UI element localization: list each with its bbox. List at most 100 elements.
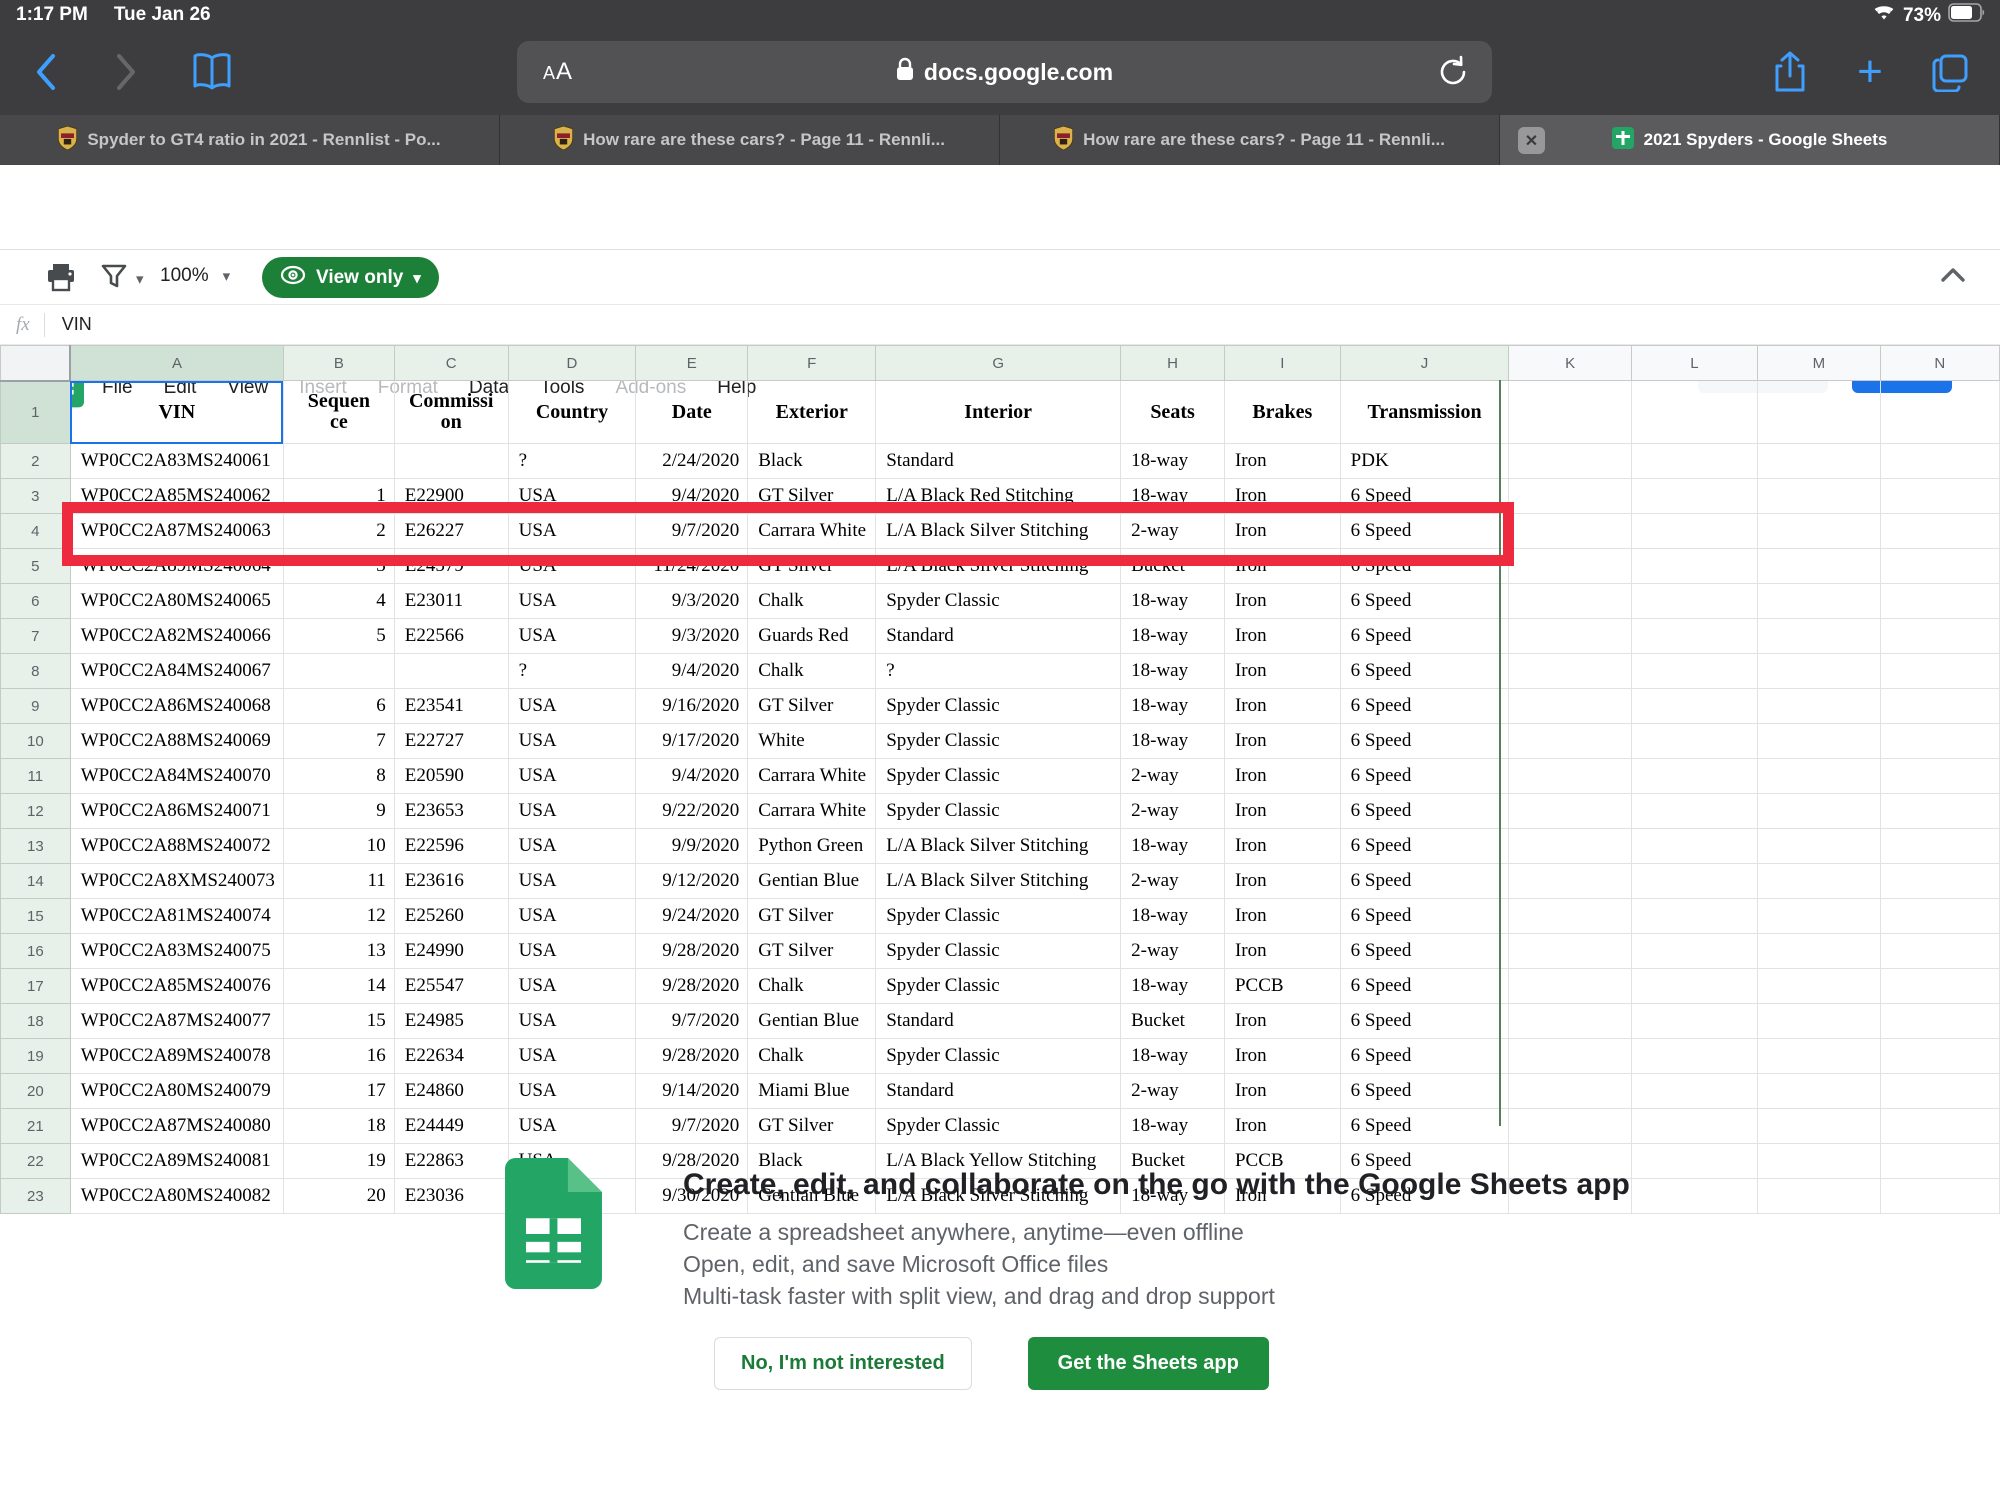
column-header-H[interactable]: H (1121, 346, 1225, 381)
empty-cell[interactable] (1509, 654, 1631, 689)
browser-tab-4[interactable]: ✕2021 Spyders - Google Sheets (1500, 115, 2000, 165)
empty-cell[interactable] (1509, 381, 1631, 444)
cell[interactable]: 10 (283, 829, 394, 864)
cell[interactable]: ? (876, 654, 1121, 689)
cell[interactable]: E22566 (394, 619, 508, 654)
cell[interactable]: E24990 (394, 934, 508, 969)
cell[interactable]: 14 (283, 969, 394, 1004)
empty-cell[interactable] (1880, 1144, 2000, 1179)
empty-cell[interactable] (1758, 829, 1880, 864)
empty-cell[interactable] (1880, 724, 2000, 759)
empty-cell[interactable] (1880, 899, 2000, 934)
empty-cell[interactable] (1509, 1074, 1631, 1109)
row-header-11[interactable]: 11 (1, 759, 71, 794)
cell[interactable]: 11 (283, 864, 394, 899)
empty-cell[interactable] (1758, 654, 1880, 689)
empty-cell[interactable] (1880, 479, 2000, 514)
cell[interactable]: Chalk (748, 584, 876, 619)
cell[interactable]: Chalk (748, 654, 876, 689)
empty-cell[interactable] (1758, 381, 1880, 444)
cell[interactable]: 18-way (1121, 829, 1225, 864)
cell[interactable]: WP0CC2A86MS240071 (70, 794, 283, 829)
cell[interactable] (394, 654, 508, 689)
cell[interactable]: E23653 (394, 794, 508, 829)
empty-cell[interactable] (1758, 969, 1880, 1004)
cell[interactable]: WP0CC2A87MS240080 (70, 1109, 283, 1144)
empty-cell[interactable] (1758, 584, 1880, 619)
cell[interactable]: 2-way (1121, 759, 1225, 794)
empty-cell[interactable] (1631, 1144, 1757, 1179)
empty-cell[interactable] (1758, 794, 1880, 829)
empty-cell[interactable] (1631, 724, 1757, 759)
empty-cell[interactable] (1880, 1179, 2000, 1214)
cell[interactable]: Gentian Blue (748, 1004, 876, 1039)
cell[interactable]: Spyder Classic (876, 1109, 1121, 1144)
cell[interactable]: WP0CC2A80MS240065 (70, 584, 283, 619)
empty-cell[interactable] (1509, 829, 1631, 864)
column-header-M[interactable]: M (1758, 346, 1880, 381)
cell[interactable]: Iron (1224, 1039, 1340, 1074)
cell[interactable]: 9/16/2020 (636, 689, 748, 724)
empty-cell[interactable] (1631, 864, 1757, 899)
tab-close-icon[interactable]: ✕ (1518, 127, 1545, 154)
cell[interactable]: WP0CC2A82MS240066 (70, 619, 283, 654)
row-header-21[interactable]: 21 (1, 1109, 71, 1144)
cell[interactable]: Iron (1224, 619, 1340, 654)
cell[interactable]: E20590 (394, 759, 508, 794)
empty-cell[interactable] (1758, 479, 1880, 514)
cell[interactable]: USA (508, 969, 636, 1004)
cell[interactable]: GT Silver (748, 934, 876, 969)
empty-cell[interactable] (1880, 381, 2000, 444)
cell[interactable]: USA (508, 759, 636, 794)
cell[interactable]: 20 (283, 1179, 394, 1214)
cell[interactable]: 19 (283, 1144, 394, 1179)
cell[interactable]: E24860 (394, 1074, 508, 1109)
empty-cell[interactable] (1509, 864, 1631, 899)
cell[interactable]: Miami Blue (748, 1074, 876, 1109)
browser-tab-3[interactable]: How rare are these cars? - Page 11 - Ren… (1000, 115, 1500, 165)
cell[interactable]: 9/14/2020 (636, 1074, 748, 1109)
empty-cell[interactable] (1758, 1039, 1880, 1074)
empty-cell[interactable] (1509, 619, 1631, 654)
cell[interactable]: Iron (1224, 724, 1340, 759)
row-header-18[interactable]: 18 (1, 1004, 71, 1039)
cell[interactable]: 9/28/2020 (636, 934, 748, 969)
print-icon[interactable] (46, 262, 76, 297)
header-cell-vin[interactable]: VIN (70, 381, 283, 444)
tabs-overview-icon[interactable] (1928, 48, 1972, 96)
empty-cell[interactable] (1758, 1004, 1880, 1039)
corner-select-all[interactable] (1, 346, 71, 381)
cell[interactable]: E22596 (394, 829, 508, 864)
column-header-J[interactable]: J (1340, 346, 1509, 381)
row-header-8[interactable]: 8 (1, 654, 71, 689)
empty-cell[interactable] (1631, 899, 1757, 934)
row-header-20[interactable]: 20 (1, 1074, 71, 1109)
cell[interactable]: E25547 (394, 969, 508, 1004)
empty-cell[interactable] (1509, 584, 1631, 619)
empty-cell[interactable] (1631, 759, 1757, 794)
cell[interactable]: 18-way (1121, 899, 1225, 934)
row-header-15[interactable]: 15 (1, 899, 71, 934)
cell[interactable]: USA (508, 794, 636, 829)
cell[interactable]: 9/7/2020 (636, 1109, 748, 1144)
cell[interactable]: Guards Red (748, 619, 876, 654)
cell[interactable]: 18-way (1121, 689, 1225, 724)
empty-cell[interactable] (1758, 934, 1880, 969)
column-header-C[interactable]: C (394, 346, 508, 381)
cell[interactable]: Gentian Blue (748, 864, 876, 899)
empty-cell[interactable] (1631, 969, 1757, 1004)
empty-cell[interactable] (1631, 1004, 1757, 1039)
empty-cell[interactable] (1631, 1074, 1757, 1109)
cell[interactable]: E25260 (394, 899, 508, 934)
column-header-G[interactable]: G (876, 346, 1121, 381)
cell[interactable]: 6 Speed (1340, 899, 1509, 934)
cell[interactable]: 18-way (1121, 1109, 1225, 1144)
filter-caret-icon[interactable]: ▾ (136, 270, 144, 288)
cell[interactable]: 6 Speed (1340, 829, 1509, 864)
empty-cell[interactable] (1758, 514, 1880, 549)
cell[interactable]: 6 Speed (1340, 934, 1509, 969)
cell[interactable]: L/A Black Silver Stitching (876, 864, 1121, 899)
empty-cell[interactable] (1509, 514, 1631, 549)
column-header-A[interactable]: A (70, 346, 283, 381)
row-header-14[interactable]: 14 (1, 864, 71, 899)
